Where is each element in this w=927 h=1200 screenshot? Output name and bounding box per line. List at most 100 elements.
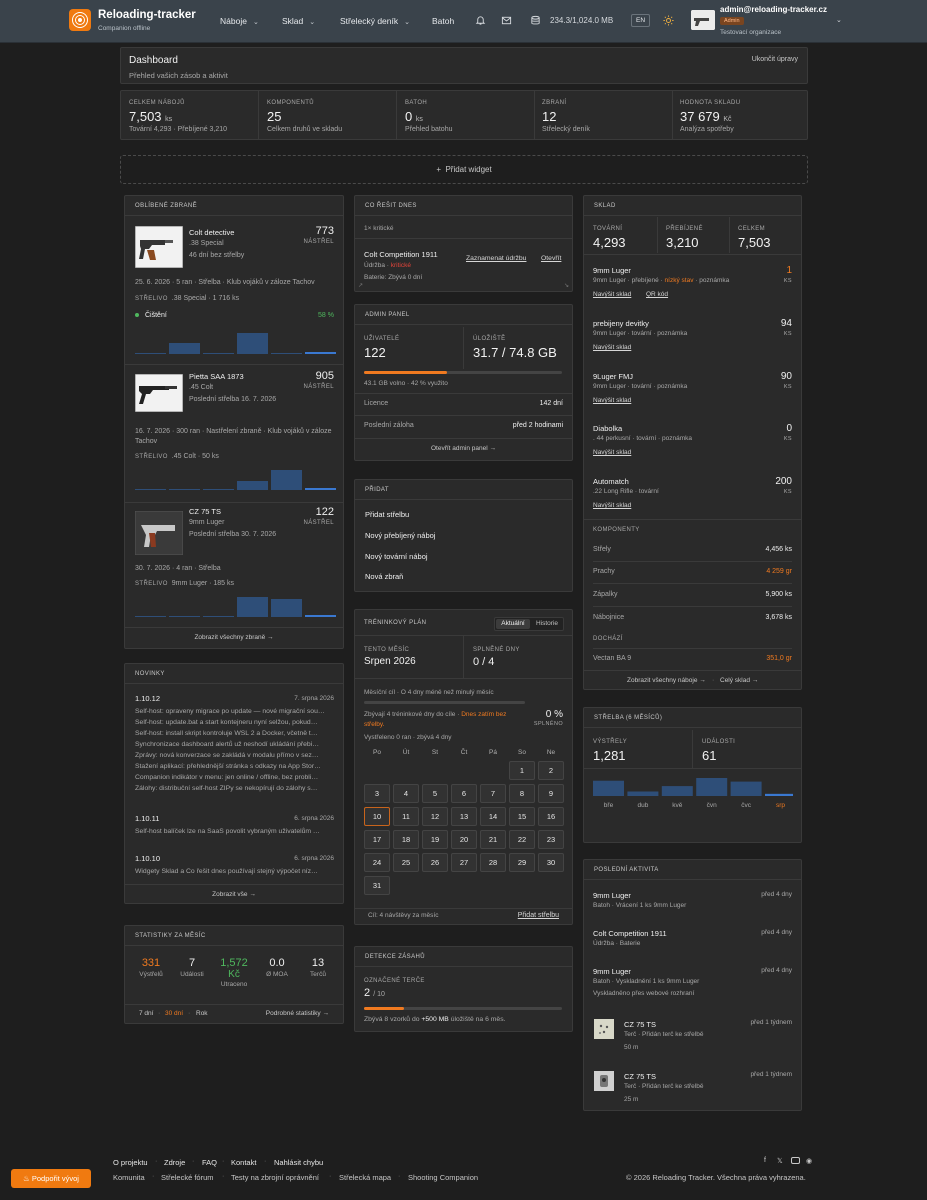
nav-strelecky-denik[interactable]: Střelecký deník ⌄ (340, 16, 410, 26)
full-stock-link[interactable]: Celý sklad → (720, 677, 758, 684)
chevron-down-icon[interactable]: ⌄ (836, 16, 842, 24)
stat-stock-value[interactable]: HODNOTA SKLADU 37 679 Kč Analýza spotřeb… (673, 91, 807, 139)
add-shooting-link[interactable]: Přidat střelbu (365, 510, 409, 519)
youtube-icon[interactable] (791, 1157, 800, 1164)
stock-item[interactable]: 9Luger FMJ 9mm Luger · tovární · poznámk… (584, 361, 801, 413)
activity-item[interactable]: CZ 75 TS Terč · Přidán terč ke střelbě 5… (584, 1012, 801, 1060)
add-shooting-footer-link[interactable]: Přidat střelbu (518, 912, 559, 919)
footer-link-faq[interactable]: FAQ (202, 1158, 217, 1167)
sun-icon[interactable] (663, 15, 674, 26)
gun-card[interactable]: CZ 75 TS 9mm Luger Poslední střelba 30. … (125, 503, 343, 623)
calendar-day[interactable]: 19 (422, 830, 448, 849)
language-switch[interactable]: EN (631, 14, 650, 27)
support-button[interactable]: ♨ Podpořit vývoj (11, 1169, 91, 1188)
tab-current[interactable]: Aktuální (496, 619, 530, 629)
footer-link-map[interactable]: Střelecká mapa (339, 1173, 391, 1182)
footer-link-contact[interactable]: Kontakt (231, 1158, 256, 1167)
end-edit-button[interactable]: Ukončit úpravy (752, 56, 798, 63)
footer-link-tests[interactable]: Testy na zbrojní oprávnění (231, 1173, 319, 1182)
calendar-day[interactable]: 4 (393, 784, 419, 803)
calendar-day[interactable]: 10 (364, 807, 390, 826)
show-all-guns-link[interactable]: Zobrazit všechny zbraně → (125, 634, 343, 641)
calendar-day[interactable]: 20 (451, 830, 477, 849)
open-admin-link[interactable]: Otevřít admin panel → (355, 445, 572, 452)
calendar-day[interactable]: 26 (422, 853, 448, 872)
calendar-day[interactable]: 2 (538, 761, 564, 780)
resize-handle-icon[interactable]: ↗ (358, 282, 363, 289)
avatar[interactable] (691, 10, 715, 30)
stat-total-ammo[interactable]: CELKEM NÁBOJŮ 7,503 ks Tovární 4,293 · P… (121, 91, 259, 139)
calendar-day[interactable]: 12 (422, 807, 448, 826)
stock-item[interactable]: prebijeny devitky 9mm Luger · tovární · … (584, 308, 801, 360)
footer-link-forum[interactable]: Střelecké fórum (161, 1173, 214, 1182)
footer-link-report[interactable]: Nahlásit chybu (274, 1158, 323, 1167)
logo-icon[interactable] (69, 9, 91, 31)
add-widget-button[interactable]: + Přidat widget (120, 155, 808, 184)
calendar-day[interactable]: 11 (393, 807, 419, 826)
calendar-day[interactable]: 25 (393, 853, 419, 872)
calendar-day[interactable]: 17 (364, 830, 390, 849)
calendar-day[interactable]: 3 (364, 784, 390, 803)
resize-handle-icon[interactable]: ↘ (564, 282, 569, 289)
calendar-day[interactable]: 23 (538, 830, 564, 849)
stat-components[interactable]: KOMPONENTŮ 25 Celkem druhů ve skladu (259, 91, 397, 139)
nav-naboje[interactable]: Náboje ⌄ (220, 16, 259, 26)
new-reloaded-link[interactable]: Nový přebíjený náboj (365, 531, 435, 540)
detailed-stats-link[interactable]: Podrobné statistiky → (266, 1010, 329, 1017)
calendar-day[interactable]: 16 (538, 807, 564, 826)
twitter-icon[interactable]: 𝕏 (777, 1157, 783, 1165)
user-email[interactable]: admin@reloading-tracker.cz (720, 5, 827, 14)
activity-item[interactable]: 9mm Luger Batoh · Vyskladnění 1 ks 9mm L… (584, 958, 801, 1006)
footer-link-sources[interactable]: Zdroje (164, 1158, 185, 1167)
activity-item[interactable]: CZ 75 TS Terč · Přidán terč ke střelbě 2… (584, 1064, 801, 1110)
stock-item[interactable]: 9mm Luger 9mm Luger · přebíjené · nízký … (584, 255, 801, 307)
tab-history[interactable]: Historie (531, 619, 563, 629)
increase-stock-link[interactable]: Navýšit sklad (593, 502, 631, 509)
footer-link-companion[interactable]: Shooting Companion (408, 1173, 478, 1182)
mail-icon[interactable] (501, 15, 512, 26)
increase-stock-link[interactable]: Navýšit sklad (593, 397, 631, 404)
calendar-day[interactable]: 22 (509, 830, 535, 849)
footer-link-about[interactable]: O projektu (113, 1158, 148, 1167)
open-link[interactable]: Otevřít (541, 255, 561, 262)
calendar-day[interactable]: 5 (422, 784, 448, 803)
calendar-day[interactable]: 14 (480, 807, 506, 826)
show-all-ammo-link[interactable]: Zobrazit všechny náboje → (627, 677, 706, 684)
new-gun-link[interactable]: Nová zbraň (365, 572, 403, 581)
activity-item[interactable]: Colt Competition 1911 Údržba · Baterie p… (584, 920, 801, 958)
calendar-day[interactable]: 27 (451, 853, 477, 872)
gun-card[interactable]: Pietta SAA 1873 .45 Colt Poslední střelb… (125, 365, 343, 501)
stat-backpack[interactable]: BATOH 0 ks Přehled batohu (397, 91, 535, 139)
calendar-day[interactable]: 8 (509, 784, 535, 803)
qr-code-link[interactable]: QR kód (646, 291, 668, 298)
increase-stock-link[interactable]: Navýšit sklad (593, 291, 631, 298)
bell-icon[interactable] (475, 15, 486, 26)
reddit-icon[interactable]: ◉ (806, 1157, 812, 1165)
facebook-icon[interactable]: f (764, 1157, 766, 1164)
log-maintenance-link[interactable]: Zaznamenat údržbu (466, 255, 526, 262)
range-7-days[interactable]: 7 dní (139, 1010, 153, 1017)
increase-stock-link[interactable]: Navýšit sklad (593, 449, 631, 456)
new-factory-link[interactable]: Nový tovární náboj (365, 552, 428, 561)
calendar-day[interactable]: 15 (509, 807, 535, 826)
calendar-day[interactable]: 30 (538, 853, 564, 872)
range-30-days[interactable]: 30 dní (165, 1010, 183, 1017)
calendar-day[interactable]: 28 (480, 853, 506, 872)
range-year[interactable]: Rok (196, 1010, 208, 1017)
activity-item[interactable]: 9mm Luger Batoh · Vrácení 1 ks 9mm Luger… (584, 881, 801, 919)
nav-sklad[interactable]: Sklad ⌄ (282, 16, 315, 26)
show-all-news-link[interactable]: Zobrazit vše → (125, 891, 343, 898)
stock-item[interactable]: Automatch .22 Long Rifle · tovární 200 K… (584, 466, 801, 518)
calendar-day[interactable]: 13 (451, 807, 477, 826)
calendar-day[interactable]: 21 (480, 830, 506, 849)
calendar-day[interactable]: 31 (364, 876, 390, 895)
increase-stock-link[interactable]: Navýšit sklad (593, 344, 631, 351)
stock-item[interactable]: Diabolka . 44 perkusní · tovární · pozná… (584, 413, 801, 465)
calendar-day[interactable]: 9 (538, 784, 564, 803)
calendar-day[interactable]: 7 (480, 784, 506, 803)
stat-guns[interactable]: ZBRANÍ 12 Střelecký deník (535, 91, 673, 139)
gun-card[interactable]: Colt detective .38 Special 46 dní bez st… (125, 217, 343, 359)
nav-batoh[interactable]: Batoh (432, 16, 454, 26)
calendar-day[interactable]: 29 (509, 853, 535, 872)
calendar-day[interactable]: 6 (451, 784, 477, 803)
